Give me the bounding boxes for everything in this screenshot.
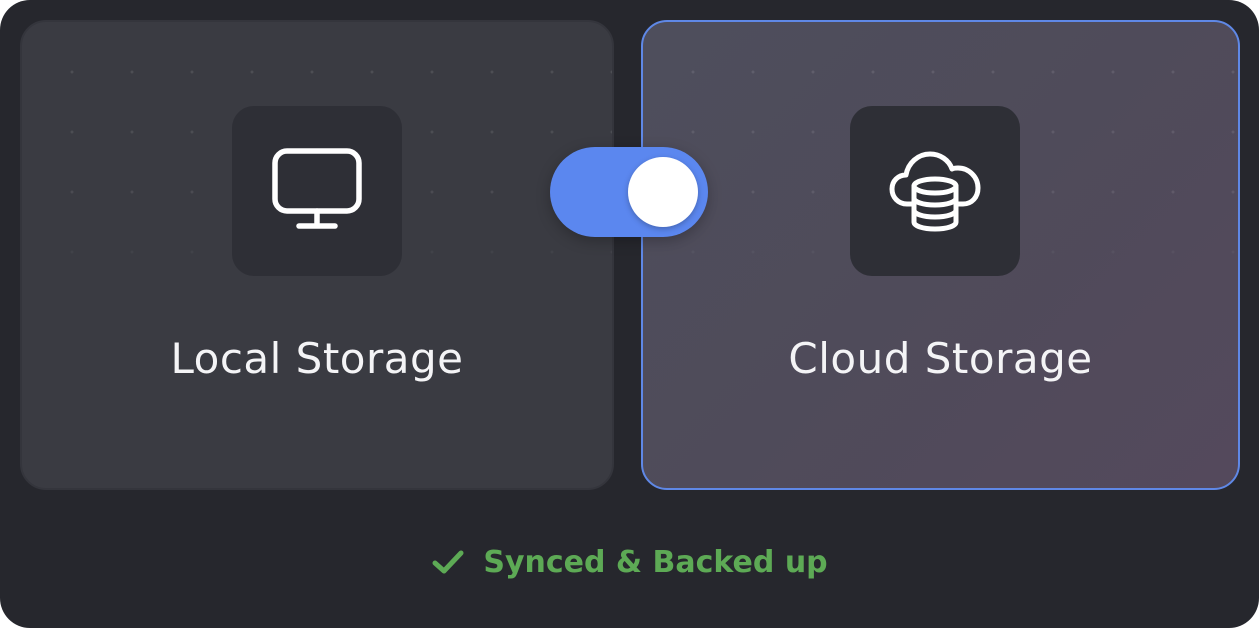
local-icon-tile	[232, 106, 402, 276]
sync-status-text: Synced & Backed up	[483, 544, 828, 580]
cloud-database-icon	[889, 151, 981, 232]
storage-toggle-switch[interactable]	[550, 147, 708, 237]
toggle-knob[interactable]	[628, 157, 698, 227]
cloud-icon-tile	[850, 106, 1020, 276]
local-storage-card[interactable]: Local Storage	[20, 20, 614, 490]
cloud-storage-card[interactable]: Cloud Storage	[641, 20, 1240, 490]
sync-status: Synced & Backed up	[0, 540, 1259, 584]
cloud-storage-label: Cloud Storage	[788, 334, 1093, 383]
monitor-icon	[272, 148, 362, 229]
checkmark-icon	[432, 550, 464, 574]
local-storage-label: Local Storage	[170, 334, 464, 383]
storage-switch-panel: Local Storage Cloud Storage Synced & Bac…	[0, 0, 1259, 628]
